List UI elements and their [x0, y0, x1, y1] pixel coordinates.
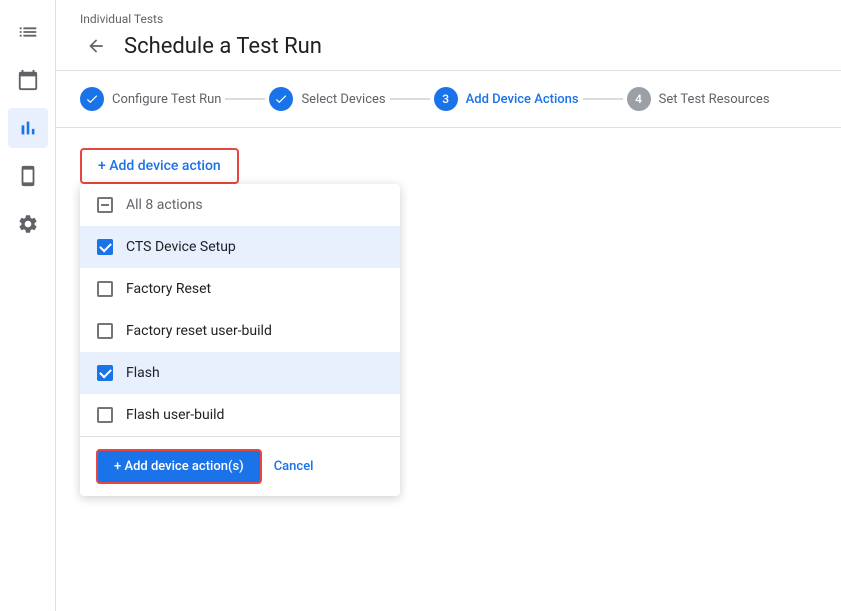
dropdown-item-flash[interactable]: Flash: [80, 352, 400, 394]
checkbox-flash-user-icon: [96, 406, 114, 424]
dropdown-item-factory-reset[interactable]: Factory Reset: [80, 268, 400, 310]
checkbox-checked-cts: [97, 239, 113, 255]
sidebar: [0, 0, 56, 611]
dropdown-item-factory-reset-user[interactable]: Factory reset user-build: [80, 310, 400, 352]
step-2-circle: [269, 87, 293, 111]
sidebar-item-calendar[interactable]: [8, 60, 48, 100]
checkbox-unchecked-factory-reset-user: [97, 323, 113, 339]
checkbox-factory-reset-user-icon: [96, 322, 114, 340]
add-device-action-button[interactable]: + Add device action: [80, 148, 239, 184]
connector-1-2: [225, 98, 265, 100]
dropdown-panel: All 8 actions CTS Device Setup Factory R…: [80, 184, 400, 496]
connector-2-3: [390, 98, 430, 100]
content-area: + Add device action All 8 actions CTS De…: [56, 128, 841, 611]
back-button[interactable]: [80, 30, 112, 62]
sidebar-item-list[interactable]: [8, 12, 48, 52]
dropdown-footer: + Add device action(s) Cancel: [80, 436, 400, 496]
connector-3-4: [583, 98, 623, 100]
dropdown-item-flash-label: Flash: [126, 365, 160, 381]
page-header: Individual Tests Schedule a Test Run: [56, 0, 841, 71]
checkbox-cts-icon: [96, 238, 114, 256]
checkbox-all-icon: [96, 196, 114, 214]
main-content: Individual Tests Schedule a Test Run Con…: [56, 0, 841, 611]
dropdown-item-factory-reset-user-label: Factory reset user-build: [126, 323, 272, 339]
dropdown-item-cts[interactable]: CTS Device Setup: [80, 226, 400, 268]
cancel-button[interactable]: Cancel: [274, 459, 314, 474]
step-1-label: Configure Test Run: [112, 92, 221, 107]
breadcrumb: Individual Tests: [80, 12, 817, 26]
dropdown-list: All 8 actions CTS Device Setup Factory R…: [80, 184, 400, 436]
dropdown-item-flash-user[interactable]: Flash user-build: [80, 394, 400, 436]
checkbox-unchecked-factory-reset: [97, 281, 113, 297]
checkbox-unchecked-flash-user: [97, 407, 113, 423]
step-1-circle: [80, 87, 104, 111]
add-device-actions-button[interactable]: + Add device action(s): [96, 449, 262, 484]
checkbox-indeterminate: [97, 197, 113, 213]
sidebar-item-settings[interactable]: [8, 204, 48, 244]
page-title: Schedule a Test Run: [124, 34, 322, 59]
dropdown-item-factory-reset-label: Factory Reset: [126, 281, 211, 297]
step-3-label: Add Device Actions: [466, 92, 579, 107]
step-4-circle: 4: [627, 87, 651, 111]
step-4: 4 Set Test Resources: [627, 87, 770, 111]
stepper: Configure Test Run Select Devices 3 Add …: [56, 71, 841, 128]
checkbox-checked-flash: [97, 365, 113, 381]
step-2-label: Select Devices: [301, 92, 385, 107]
step-3: 3 Add Device Actions: [434, 87, 579, 111]
checkbox-factory-reset-icon: [96, 280, 114, 298]
step-3-circle: 3: [434, 87, 458, 111]
dropdown-item-all[interactable]: All 8 actions: [80, 184, 400, 226]
sidebar-item-chart[interactable]: [8, 108, 48, 148]
checkbox-flash-icon: [96, 364, 114, 382]
dropdown-item-cts-label: CTS Device Setup: [126, 239, 236, 255]
sidebar-item-device[interactable]: [8, 156, 48, 196]
step-2: Select Devices: [269, 87, 385, 111]
step-4-label: Set Test Resources: [659, 92, 770, 107]
dropdown-item-all-label: All 8 actions: [126, 197, 203, 213]
dropdown-item-flash-user-label: Flash user-build: [126, 407, 224, 423]
step-1: Configure Test Run: [80, 87, 221, 111]
